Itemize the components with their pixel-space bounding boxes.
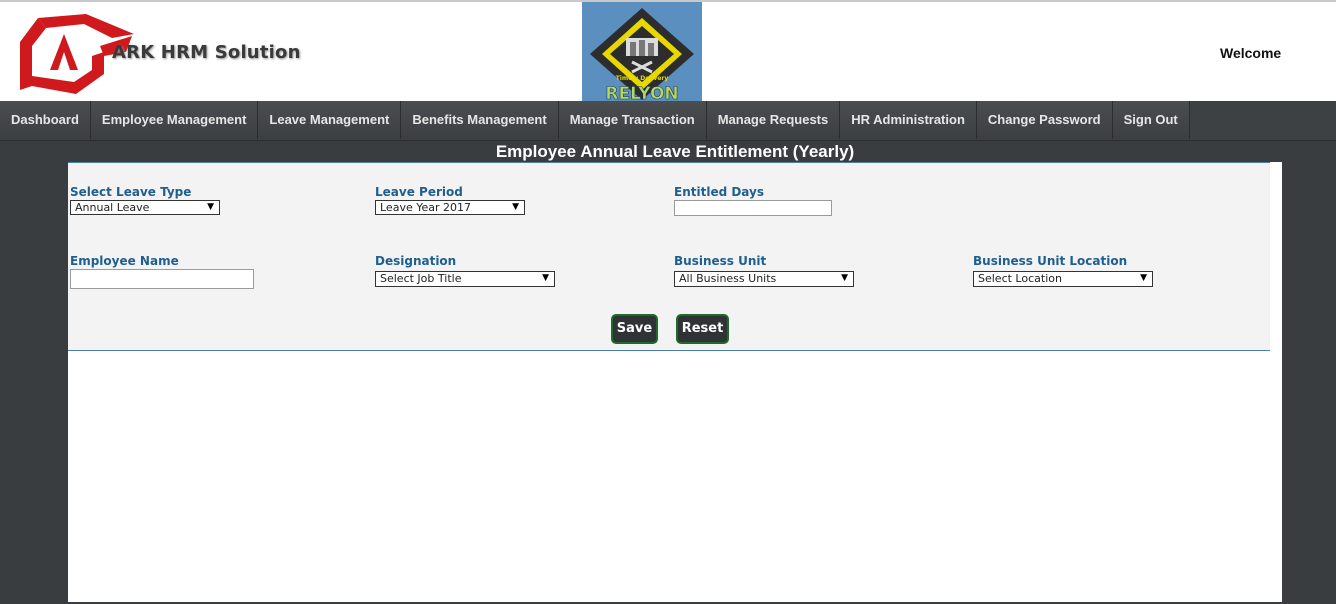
main-nav: Dashboard Employee Management Leave Mana… <box>0 101 1336 141</box>
main-content: Select Leave Type Annual Leave ▼ Leave P… <box>68 162 1282 602</box>
leave-type-value: Annual Leave <box>75 201 150 214</box>
nav-benefits-management[interactable]: Benefits Management <box>401 101 559 139</box>
leave-period-label: Leave Period <box>375 185 463 199</box>
nav-sign-out[interactable]: Sign Out <box>1112 101 1190 139</box>
business-unit-select[interactable]: All Business Units ▼ <box>674 271 854 287</box>
chevron-down-icon: ▼ <box>1140 273 1147 283</box>
chevron-down-icon: ▼ <box>841 273 848 283</box>
filter-form: Select Leave Type Annual Leave ▼ Leave P… <box>68 162 1270 351</box>
brand-name: ARK HRM Solution <box>112 42 301 63</box>
entitled-days-label: Entitled Days <box>674 185 764 199</box>
page-title: Employee Annual Leave Entitlement (Yearl… <box>495 142 855 161</box>
designation-select[interactable]: Select Job Title ▼ <box>375 271 555 287</box>
nav-hr-administration[interactable]: HR Administration <box>840 101 977 139</box>
nav-leave-management[interactable]: Leave Management <box>258 101 402 139</box>
entitled-days-input[interactable] <box>674 200 832 216</box>
nav-manage-requests[interactable]: Manage Requests <box>706 101 841 139</box>
leave-type-select[interactable]: Annual Leave ▼ <box>70 200 220 215</box>
relyon-tagline: Timely Delivery <box>616 75 669 82</box>
leave-type-label: Select Leave Type <box>70 185 192 199</box>
leave-period-select[interactable]: Leave Year 2017 ▼ <box>375 200 525 215</box>
nav-change-password[interactable]: Change Password <box>976 101 1113 139</box>
nav-manage-transaction[interactable]: Manage Transaction <box>558 101 707 139</box>
chevron-down-icon: ▼ <box>207 202 214 212</box>
business-unit-location-value: Select Location <box>978 272 1062 285</box>
designation-value: Select Job Title <box>380 272 462 285</box>
save-button[interactable]: Save <box>611 314 658 344</box>
business-unit-location-select[interactable]: Select Location ▼ <box>973 271 1153 287</box>
employee-name-label: Employee Name <box>70 254 179 268</box>
nav-employee-management[interactable]: Employee Management <box>90 101 259 139</box>
welcome-text: Welcome <box>1220 45 1282 61</box>
chevron-down-icon: ▼ <box>542 273 549 283</box>
nav-dashboard[interactable]: Dashboard <box>0 101 91 139</box>
chevron-down-icon: ▼ <box>512 202 519 212</box>
leave-period-value: Leave Year 2017 <box>380 201 471 214</box>
business-unit-label: Business Unit <box>674 254 767 268</box>
header: ARK HRM Solution Timely Delivery RELYON … <box>0 0 1336 104</box>
designation-label: Designation <box>375 254 457 268</box>
business-unit-location-label: Business Unit Location <box>973 254 1128 268</box>
relyon-logo: Timely Delivery RELYON <box>582 2 702 104</box>
reset-button[interactable]: Reset <box>676 314 729 344</box>
business-unit-value: All Business Units <box>679 272 777 285</box>
employee-name-input[interactable] <box>70 269 254 289</box>
